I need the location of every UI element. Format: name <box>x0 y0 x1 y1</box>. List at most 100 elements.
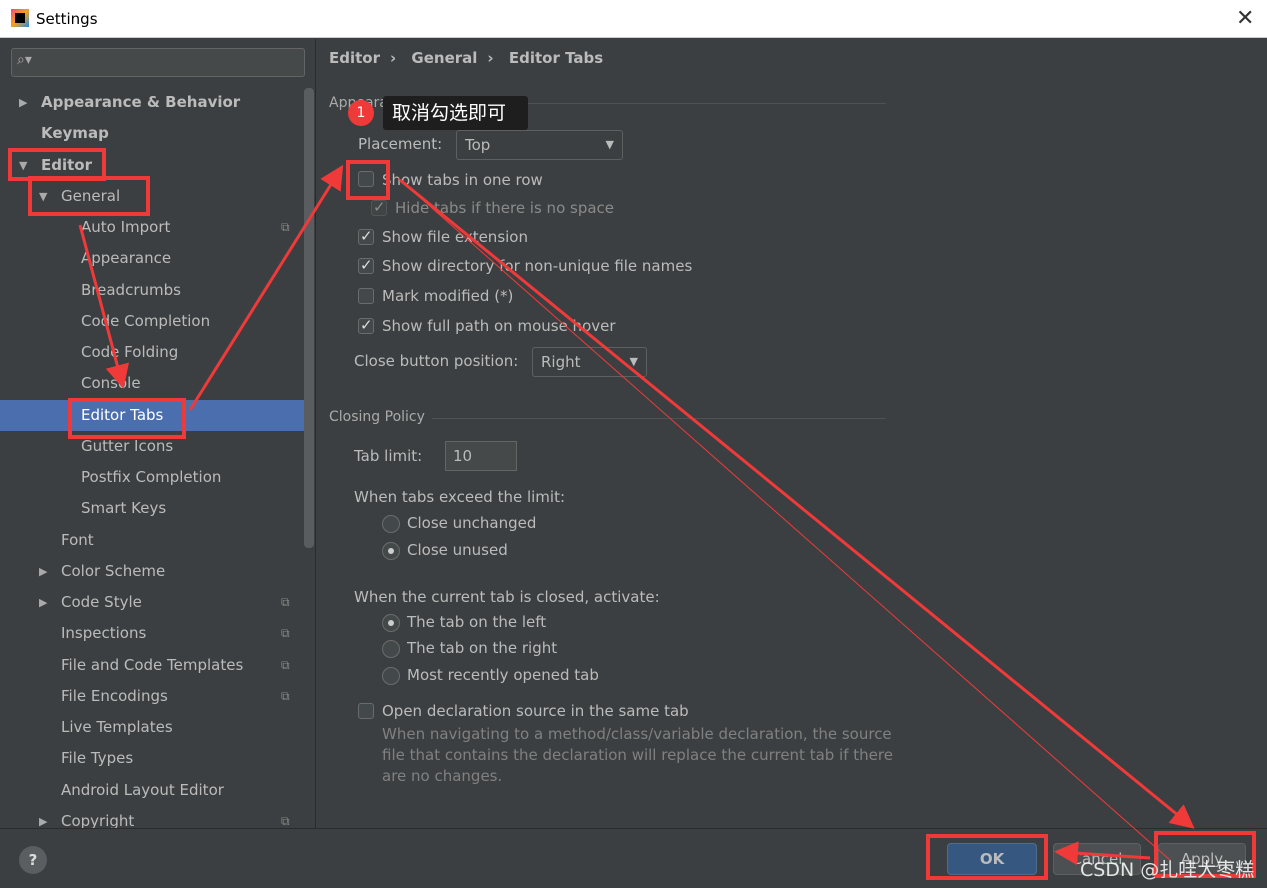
tree-item-label: Code Style <box>61 593 142 611</box>
tree-item[interactable]: Gutter Icons <box>0 431 304 462</box>
chevron-right-icon[interactable]: ▶ <box>39 556 47 587</box>
close-icon[interactable]: ✕ <box>1236 6 1254 31</box>
tree-item[interactable]: ▶ Color Scheme <box>0 556 304 587</box>
tree-item[interactable]: Live Templates <box>0 712 304 743</box>
tree-item-label: File Types <box>61 749 134 768</box>
tab-limit-input[interactable]: 10 <box>445 441 517 471</box>
breadcrumb: Editor › General › Editor Tabs <box>329 49 613 67</box>
breadcrumb-separator: › <box>390 49 397 67</box>
tree-item-label: File Encodings <box>61 686 168 705</box>
tab-left-radio[interactable] <box>382 614 400 632</box>
ok-button[interactable]: OK <box>947 843 1037 875</box>
tree-item[interactable]: Inspections ⧉ <box>0 618 304 649</box>
chevron-down-icon[interactable]: ▼ <box>39 181 47 212</box>
tree-item[interactable]: Code Completion <box>0 306 304 337</box>
tree-item-label: Postfix Completion <box>81 468 222 486</box>
project-settings-icon: ⧉ <box>281 595 290 609</box>
annotation-badge: 1 <box>348 100 374 126</box>
title-bar: Settings ✕ <box>0 0 1267 38</box>
tab-right-radio[interactable] <box>382 640 400 658</box>
tree-item[interactable]: Appearance <box>0 243 304 274</box>
tree-item[interactable]: ▼ Editor <box>0 150 304 181</box>
help-button[interactable]: ? <box>19 846 47 874</box>
tree-item-label: Editor Tabs <box>81 405 164 424</box>
tree-item-label: Gutter Icons <box>81 436 174 455</box>
show-directory-label: Show directory for non-unique file names <box>382 257 693 275</box>
chevron-right-icon[interactable]: ▶ <box>39 587 47 618</box>
placement-label: Placement: <box>358 135 443 153</box>
settings-sidebar: ⌕▾ ▶ Appearance & Behavior Keymap ▼ Editor ▼ G… <box>0 39 316 830</box>
tree-item[interactable]: Console <box>0 368 304 399</box>
close-unused-radio[interactable] <box>382 542 400 560</box>
tree-item-label: Appearance & Behavior <box>41 93 241 111</box>
tree-item-label: Appearance <box>81 249 172 268</box>
tab-left-label: The tab on the left <box>407 613 547 631</box>
recent-tab-label: Most recently opened tab <box>407 666 599 684</box>
tree-item[interactable]: File Types <box>0 743 304 774</box>
open-declaration-label: Open declaration source in the same tab <box>382 702 689 720</box>
placement-dropdown[interactable]: Top ▼ <box>456 130 623 160</box>
tree-item[interactable]: ▶ Code Style ⧉ <box>0 587 304 618</box>
close-unchanged-radio[interactable] <box>382 515 400 533</box>
show-file-extension-label: Show file extension <box>382 228 528 246</box>
activate-label: When the current tab is closed, activate… <box>354 588 660 606</box>
sidebar-scrollbar[interactable] <box>304 88 314 548</box>
tree-item[interactable]: File and Code Templates ⧉ <box>0 650 304 681</box>
tree-item[interactable]: ▶ Appearance & Behavior <box>0 87 304 118</box>
tree-item-label: Inspections <box>61 624 147 643</box>
annotation-tooltip: 取消勾选即可 <box>383 96 528 130</box>
tree-item-label: Font <box>61 530 94 549</box>
tree-item[interactable]: Android Layout Editor <box>0 775 304 806</box>
breadcrumb-item[interactable]: Editor <box>329 49 380 67</box>
tree-item-label: Keymap <box>41 124 109 143</box>
watermark: CSDN @扎哇大枣糕 <box>1080 859 1255 881</box>
tree-item-label: Console <box>81 374 141 393</box>
show-directory-checkbox[interactable] <box>358 256 374 274</box>
show-file-extension-checkbox[interactable] <box>358 227 374 245</box>
show-tabs-one-row-checkbox[interactable] <box>358 171 374 187</box>
breadcrumb-item: Editor Tabs <box>508 49 604 67</box>
tree-item[interactable]: Keymap <box>0 118 304 149</box>
chevron-down-icon[interactable]: ▼ <box>19 150 27 181</box>
tree-item[interactable]: Smart Keys <box>0 493 304 524</box>
tree-item[interactable]: Editor Tabs <box>0 399 304 431</box>
recent-tab-radio[interactable] <box>382 667 400 685</box>
tree-item[interactable]: Breadcrumbs <box>0 275 304 306</box>
tree-item[interactable]: Font <box>0 525 304 556</box>
close-button-position-dropdown[interactable]: Right ▼ <box>532 347 647 377</box>
tree-item[interactable]: ▼ General <box>0 181 304 212</box>
settings-tree: ▶ Appearance & Behavior Keymap ▼ Editor ▼ Gene… <box>0 87 304 837</box>
divider <box>432 418 886 419</box>
close-unchanged-label: Close unchanged <box>407 514 537 532</box>
project-settings-icon: ⧉ <box>281 220 290 234</box>
open-declaration-checkbox[interactable] <box>358 703 374 719</box>
close-unused-label: Close unused <box>407 541 508 559</box>
chevron-down-icon: ▼ <box>629 355 638 368</box>
hide-tabs-checkbox[interactable] <box>371 198 387 216</box>
tree-item[interactable]: Auto Import ⧉ <box>0 212 304 243</box>
search-icon: ⌕▾ <box>17 52 32 68</box>
mark-modified-label: Mark modified (*) <box>382 287 514 305</box>
breadcrumb-item[interactable]: General <box>411 49 477 67</box>
open-declaration-description: When navigating to a method/class/variab… <box>382 724 893 787</box>
tree-item[interactable]: File Encodings ⧉ <box>0 681 304 712</box>
tree-item-label: Editor <box>41 155 92 174</box>
tree-item[interactable]: Code Folding <box>0 337 304 368</box>
tree-item-label: Breadcrumbs <box>81 280 181 299</box>
description-line: are no changes. <box>382 767 503 785</box>
chevron-down-icon: ▼ <box>605 138 614 151</box>
chevron-right-icon[interactable]: ▶ <box>19 87 27 118</box>
hide-tabs-label: Hide tabs if there is no space <box>395 199 615 217</box>
tab-limit-label: Tab limit: <box>354 447 423 465</box>
tree-item-label: Live Templates <box>61 718 173 736</box>
breadcrumb-separator: › <box>487 49 494 67</box>
exceed-limit-label: When tabs exceed the limit: <box>354 488 566 506</box>
tree-item-label: Color Scheme <box>61 561 166 580</box>
app-logo-icon <box>11 9 29 27</box>
show-full-path-checkbox[interactable] <box>358 316 374 334</box>
tree-item-label: Smart Keys <box>81 499 167 518</box>
close-position-value: Right <box>541 353 581 371</box>
tree-item[interactable]: Postfix Completion <box>0 462 304 493</box>
mark-modified-checkbox[interactable] <box>358 288 374 304</box>
search-input[interactable]: ⌕▾ <box>11 48 305 77</box>
